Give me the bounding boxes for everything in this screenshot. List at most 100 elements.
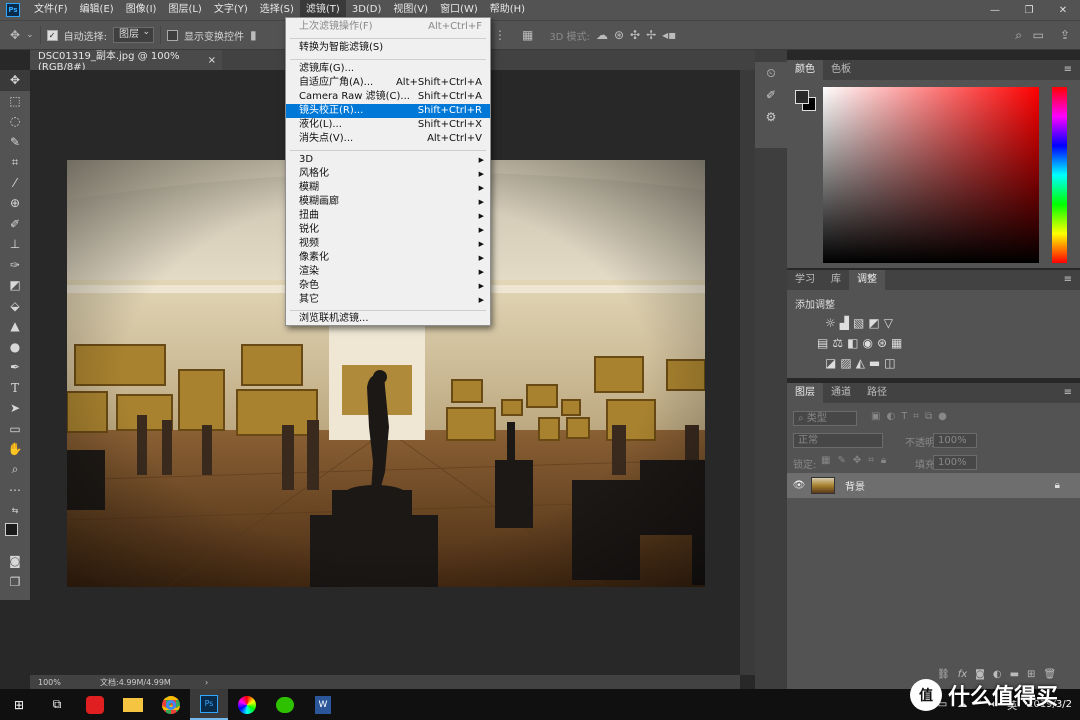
invert-icon[interactable]: ◪ — [825, 356, 836, 370]
menu-item-other[interactable]: 其它 ▶ — [286, 293, 490, 307]
search-icon[interactable]: ⌕ — [1015, 28, 1022, 43]
rectangle-tool-icon[interactable]: ▭ — [0, 419, 30, 440]
move-tool-icon[interactable]: ✥ — [10, 28, 20, 42]
eraser-tool-icon[interactable]: ◩ — [0, 275, 30, 296]
menu-item-blur[interactable]: 模糊 ▶ — [286, 181, 490, 195]
color-app-icon[interactable] — [228, 689, 266, 720]
blend-mode-select[interactable]: 正常 — [793, 433, 883, 448]
task-view-icon[interactable]: ⧉ — [38, 689, 76, 720]
history-brush-tool-icon[interactable]: ✑ — [0, 255, 30, 276]
close-icon[interactable]: ✕ — [1046, 0, 1080, 20]
tab-channels[interactable]: 通道 — [823, 383, 859, 403]
menu-item-noise[interactable]: 杂色 ▶ — [286, 279, 490, 293]
eyedropper-tool-icon[interactable]: ⁄ — [0, 173, 30, 194]
curves-icon[interactable]: ▧ — [853, 316, 864, 330]
color-field[interactable] — [823, 87, 1039, 263]
lock-position-icon[interactable]: ✥ — [853, 455, 861, 466]
selective-color-icon[interactable]: ◫ — [884, 356, 895, 370]
restore-icon[interactable]: ❐ — [1012, 0, 1046, 20]
wechat-icon[interactable] — [266, 689, 304, 720]
color-panel-menu-icon[interactable]: ≡ — [1056, 60, 1080, 80]
onedrive-icon[interactable]: ☁ — [957, 699, 967, 710]
delete-layer-icon[interactable]: 🗑︎ — [1043, 669, 1056, 680]
threshold-icon[interactable]: ◭ — [856, 356, 865, 370]
layer-name[interactable]: 背景 — [845, 478, 865, 493]
layer-kind-select[interactable]: 类型 — [807, 413, 827, 424]
new-group-icon[interactable]: ▬ — [1010, 669, 1019, 680]
exposure-icon[interactable]: ◩ — [868, 316, 879, 330]
lock-all-icon[interactable]: 🔒︎ — [881, 455, 886, 466]
menu-item-liquify[interactable]: 液化(L)... Shift+Ctrl+X — [286, 118, 490, 132]
zoom-tool-icon[interactable]: ⌕ — [0, 460, 30, 481]
link-layers-icon[interactable]: ⛓ — [937, 669, 950, 680]
align-icon[interactable]: ▮ — [250, 28, 257, 42]
menu-item-camera-raw[interactable]: Camera Raw 滤镜(C)... Shift+Ctrl+A — [286, 90, 490, 104]
filter-type-icon[interactable]: T — [901, 411, 907, 422]
roll-3d-icon[interactable]: ⊛ — [614, 28, 624, 42]
blur-tool-icon[interactable]: ▲ — [0, 316, 30, 337]
slide-3d-icon[interactable]: ✢ — [646, 28, 656, 42]
clock-date[interactable]: 2019/3/2 — [1027, 699, 1072, 710]
network-icon[interactable]: ◜ — [977, 699, 981, 710]
pen-tool-icon[interactable]: ✒ — [0, 357, 30, 378]
lock-image-icon[interactable]: ✎ — [837, 455, 845, 466]
menu-file[interactable]: 文件(F) — [28, 0, 74, 20]
color-lookup-icon[interactable]: ▦ — [891, 336, 902, 350]
show-transform-checkbox[interactable] — [166, 29, 178, 41]
document-tab[interactable]: DSC01319_副本.jpg @ 100%(RGB/8#) × — [30, 50, 222, 73]
brush-settings-icon[interactable]: ✐ — [755, 84, 787, 106]
layer-row[interactable]: 👁︎ 背景 🔒︎ — [787, 473, 1080, 498]
type-tool-icon[interactable]: T — [0, 378, 30, 399]
foreground-color-swatch[interactable] — [5, 523, 18, 536]
menu-item-sharpen[interactable]: 锐化 ▶ — [286, 223, 490, 237]
tab-layers[interactable]: 图层 — [787, 383, 823, 403]
tab-color[interactable]: 颜色 — [787, 60, 823, 80]
auto-select-checkbox[interactable]: ✓ — [46, 29, 58, 41]
chrome-icon[interactable] — [152, 689, 190, 720]
ime-indicator[interactable]: 英 — [1007, 697, 1017, 712]
auto-align-icon[interactable]: ▦ — [522, 28, 533, 42]
photoshop-taskbar-icon[interactable]: Ps — [190, 689, 228, 720]
menu-item-filter-gallery[interactable]: 滤镜库(G)... — [286, 62, 490, 76]
hue-slider[interactable] — [1052, 87, 1067, 263]
vertical-scrollbar[interactable] — [740, 70, 755, 675]
tab-paths[interactable]: 路径 — [859, 383, 895, 403]
fg-color-swatch[interactable] — [795, 90, 809, 104]
share-icon[interactable]: ⇪ — [1060, 28, 1070, 42]
add-mask-icon[interactable]: ◙ — [975, 669, 985, 680]
vibrance-icon[interactable]: ▽ — [884, 316, 893, 330]
lock-transparent-icon[interactable]: ▦ — [821, 455, 830, 466]
color-swatches[interactable] — [0, 521, 30, 551]
tray-app-icon[interactable]: ▭ — [938, 699, 947, 710]
channel-mixer-icon[interactable]: ⊛ — [877, 336, 887, 350]
menu-item-video[interactable]: 视频 ▶ — [286, 237, 490, 251]
menu-image[interactable]: 图像(I) — [120, 0, 163, 20]
quick-mask-icon[interactable]: ◙ — [0, 551, 30, 572]
tab-swatches[interactable]: 色板 — [823, 60, 859, 80]
zoom-level[interactable]: 100% — [30, 678, 70, 687]
filter-toggle-icon[interactable]: ● — [938, 411, 947, 422]
path-select-tool-icon[interactable]: ➤ — [0, 398, 30, 419]
hand-tool-icon[interactable]: ✋ — [0, 439, 30, 460]
file-explorer-icon[interactable] — [114, 689, 152, 720]
hue-saturation-icon[interactable]: ▤ — [817, 336, 828, 350]
color-balance-icon[interactable]: ⚖ — [832, 336, 843, 350]
adjust-panel-menu-icon[interactable]: ≡ — [1056, 270, 1080, 290]
tool-preset-chevron-icon[interactable]: ⌄ — [26, 30, 34, 40]
black-white-icon[interactable]: ◧ — [847, 336, 858, 350]
swap-colors-icon[interactable]: ⇆ — [0, 501, 30, 522]
menu-item-3d[interactable]: 3D ▶ — [286, 153, 490, 167]
distribute-v-icon[interactable]: ⋮ — [494, 28, 506, 42]
menu-item-convert-smart[interactable]: 转换为智能滤镜(S) — [286, 41, 490, 55]
gradient-map-icon[interactable]: ▬ — [869, 356, 880, 370]
brightness-icon[interactable]: ☼ — [825, 316, 836, 330]
menu-item-pixelate[interactable]: 像素化 ▶ — [286, 251, 490, 265]
menu-item-stylize[interactable]: 风格化 ▶ — [286, 167, 490, 181]
levels-icon[interactable]: ▟ — [840, 316, 849, 330]
scale-3d-icon[interactable]: ◂▪ — [662, 28, 676, 42]
volume-icon[interactable]: 🔈︎ — [991, 699, 997, 710]
menu-item-lens-correction[interactable]: 镜头校正(R)... Shift+Ctrl+R — [286, 104, 490, 118]
tab-learn[interactable]: 学习 — [787, 270, 823, 290]
filter-adjustment-icon[interactable]: ◐ — [886, 411, 895, 422]
menu-item-browse-online[interactable]: 浏览联机滤镜... — [286, 312, 490, 326]
